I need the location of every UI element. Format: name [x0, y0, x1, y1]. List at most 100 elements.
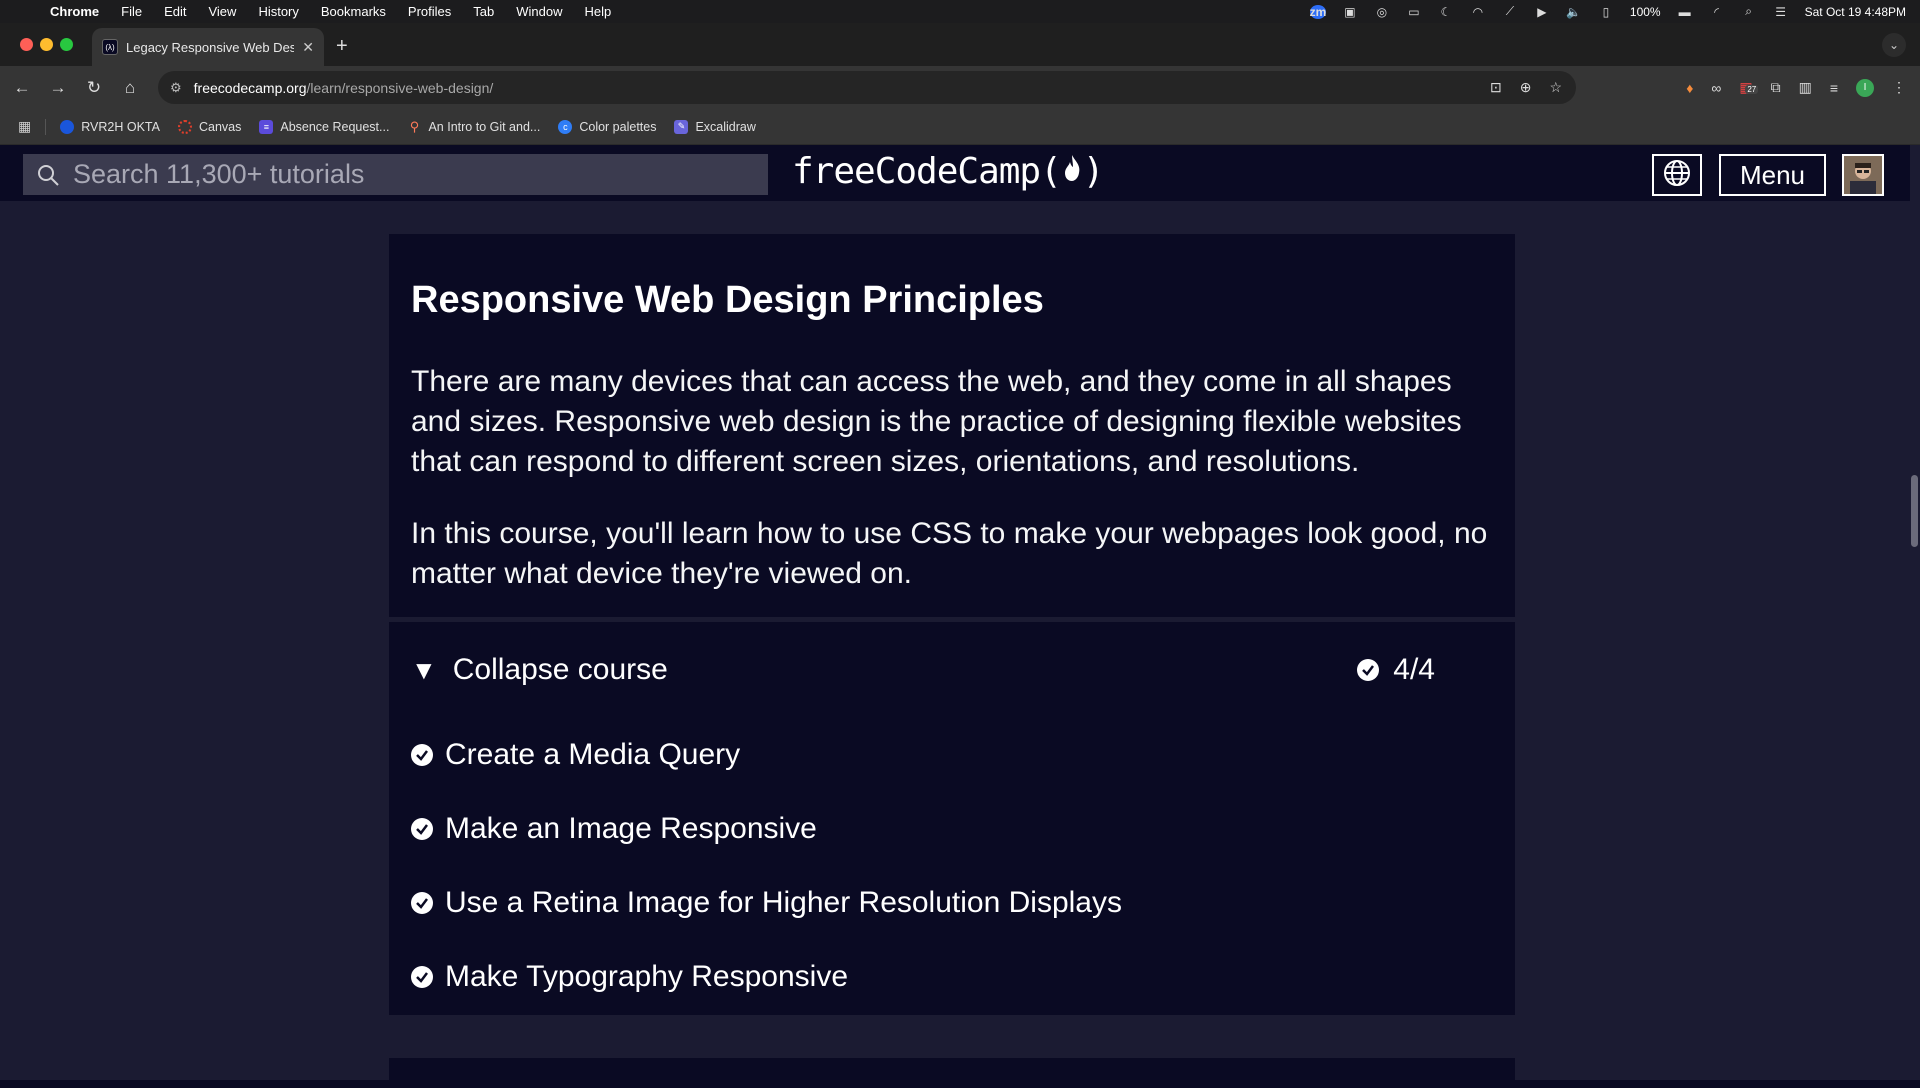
zoom-icon[interactable]: ⊕ — [1520, 79, 1532, 96]
lesson-title: Make Typography Responsive — [445, 960, 849, 993]
moon-icon[interactable]: ☾ — [1438, 5, 1454, 19]
lesson-title: Create a Media Query — [445, 738, 741, 771]
outlook-icon[interactable]: ▣ — [1342, 5, 1358, 19]
home-button[interactable]: ⌂ — [112, 78, 148, 98]
lesson-title: Make an Image Responsive — [445, 812, 817, 845]
intro-paragraph-2: In this course, you'll learn how to use … — [411, 516, 1488, 590]
form-icon: ≡ — [259, 119, 274, 134]
macos-menubar: Chrome File Edit View History Bookmarks … — [0, 0, 1920, 23]
search-bar — [23, 154, 768, 195]
back-button[interactable]: ← — [4, 78, 40, 98]
check-circle-icon — [411, 966, 433, 988]
lesson-item[interactable]: Make an Image Responsive — [411, 792, 1493, 866]
menu-profiles[interactable]: Profiles — [408, 4, 451, 19]
play-icon[interactable]: ▶ — [1534, 5, 1550, 19]
menu-help[interactable]: Help — [585, 4, 612, 19]
tab-title: Legacy Responsive Web Design — [126, 39, 295, 55]
page-scrollbar[interactable] — [1910, 145, 1920, 1080]
mute-icon[interactable]: ⟋ — [1502, 4, 1518, 19]
maximize-window-button[interactable] — [60, 38, 73, 51]
bookmarks-bar: ▦ RVR2H OKTA Canvas ≡ Absence Request... … — [0, 109, 1920, 145]
bookmark-color-palettes[interactable]: c Color palettes — [558, 119, 656, 134]
intro-paragraph-1: There are many devices that can access t… — [411, 364, 1462, 478]
progress-count: 4/4 — [1393, 653, 1435, 686]
extension-badge: 27 — [1745, 85, 1759, 94]
forward-button[interactable]: → — [40, 78, 76, 98]
address-bar[interactable]: ⚙ freecodecamp.org/learn/responsive-web-… — [158, 71, 1576, 104]
menu-view[interactable]: View — [208, 4, 236, 19]
reading-mode-icon[interactable]: ▥ — [1799, 79, 1812, 96]
close-tab-icon[interactable]: ✕ — [302, 39, 314, 56]
check-circle-icon — [411, 818, 433, 840]
bookmark-label: An Intro to Git and... — [428, 119, 541, 134]
course-lessons-card: ▼ Collapse course 4/4 Create a Media Que… — [389, 622, 1515, 1015]
extension-fox-icon[interactable]: ♦ — [1686, 80, 1693, 96]
battery-icon[interactable]: ▬ — [1677, 5, 1693, 19]
display-icon[interactable]: ▭ — [1406, 5, 1422, 19]
menubar-clock[interactable]: Sat Oct 19 4:48PM — [1805, 5, 1906, 19]
extensions-puzzle-icon[interactable]: ⧉ — [1771, 79, 1781, 96]
grammarly-icon[interactable]: ◎ — [1374, 5, 1390, 19]
bookmark-absence-request[interactable]: ≡ Absence Request... — [259, 119, 389, 134]
url-host: freecodecamp.org — [193, 79, 307, 96]
fcc-logo[interactable]: freeCodeCamp() — [792, 151, 1105, 192]
menu-history[interactable]: History — [258, 4, 298, 19]
main-content: Responsive Web Design Principles There a… — [0, 202, 1910, 1088]
search-input[interactable] — [73, 159, 753, 190]
tab-search-button[interactable]: ⌄ — [1882, 33, 1906, 57]
chrome-menu-icon[interactable]: ⋮ — [1892, 79, 1906, 96]
menu-tab[interactable]: Tab — [473, 4, 494, 19]
apps-grid-icon[interactable]: ▦ — [18, 118, 31, 135]
zoom-icon[interactable]: zm — [1310, 4, 1326, 19]
browser-tab-active[interactable]: (λ) Legacy Responsive Web Design ✕ — [92, 28, 324, 66]
mirroring-icon[interactable]: ▯ — [1598, 5, 1614, 19]
bookmark-excalidraw[interactable]: ✎ Excalidraw — [674, 119, 756, 134]
menu-file[interactable]: File — [121, 4, 142, 19]
bookmark-okta[interactable]: RVR2H OKTA — [60, 119, 160, 134]
fingerprint-icon[interactable]: ◠ — [1470, 5, 1486, 19]
scrollbar-thumb[interactable] — [1911, 475, 1918, 547]
search-icon — [23, 163, 73, 187]
reload-button[interactable]: ↻ — [76, 78, 112, 98]
fcc-logo-close: ) — [1082, 151, 1105, 192]
extension-calendar-icon[interactable]: ▦27 — [1739, 79, 1759, 96]
menu-window[interactable]: Window — [516, 4, 562, 19]
course-progress: 4/4 — [1357, 653, 1435, 687]
spotlight-icon[interactable]: ⌕ — [1741, 4, 1757, 19]
wifi-icon[interactable]: ◜ — [1709, 5, 1725, 19]
course-title: Responsive Web Design Principles — [411, 279, 1044, 321]
lesson-item[interactable]: Make Typography Responsive — [411, 940, 1493, 1014]
fcc-navbar: freeCodeCamp() Menu — [0, 145, 1910, 202]
new-tab-button[interactable]: + — [336, 35, 348, 58]
collapse-course-label: Collapse course — [452, 653, 668, 686]
lesson-item[interactable]: Use a Retina Image for Higher Resolution… — [411, 866, 1493, 940]
bookmark-label: Excalidraw — [695, 119, 756, 134]
next-course-card — [389, 1058, 1515, 1088]
site-info-icon[interactable]: ⚙ — [170, 80, 182, 96]
menu-bookmarks[interactable]: Bookmarks — [321, 4, 386, 19]
bookmark-git-intro[interactable]: ⚲ An Intro to Git and... — [407, 119, 541, 134]
bookmark-star-icon[interactable]: ☆ — [1549, 79, 1562, 96]
omnibox-actions: ⊡ ⊕ ☆ — [1490, 79, 1562, 96]
extension-glasses-icon[interactable]: ∞ — [1711, 80, 1721, 96]
profile-avatar[interactable]: I — [1856, 78, 1874, 97]
menu-app-name[interactable]: Chrome — [50, 4, 99, 19]
menu-button[interactable]: Menu — [1719, 154, 1826, 196]
fcc-logo-text: freeCodeCamp( — [792, 151, 1062, 192]
language-button[interactable] — [1652, 154, 1702, 196]
coolors-icon: c — [558, 119, 573, 134]
user-avatar[interactable] — [1842, 154, 1884, 196]
globe-icon — [1662, 158, 1692, 193]
media-controls-icon[interactable]: ≡ — [1830, 80, 1838, 96]
collapse-course-toggle[interactable]: ▼ Collapse course 4/4 — [411, 622, 1493, 718]
close-window-button[interactable] — [20, 38, 33, 51]
volume-icon[interactable]: 🔈 — [1566, 5, 1582, 19]
bookmark-canvas[interactable]: Canvas — [177, 119, 241, 134]
menu-edit[interactable]: Edit — [164, 4, 186, 19]
install-app-icon[interactable]: ⊡ — [1490, 79, 1502, 96]
lesson-item[interactable]: Create a Media Query — [411, 718, 1493, 792]
minimize-window-button[interactable] — [40, 38, 53, 51]
battery-percent: 100% — [1629, 4, 1661, 19]
control-center-icon[interactable]: ☰ — [1773, 5, 1789, 19]
caret-down-icon: ▼ — [411, 654, 437, 685]
